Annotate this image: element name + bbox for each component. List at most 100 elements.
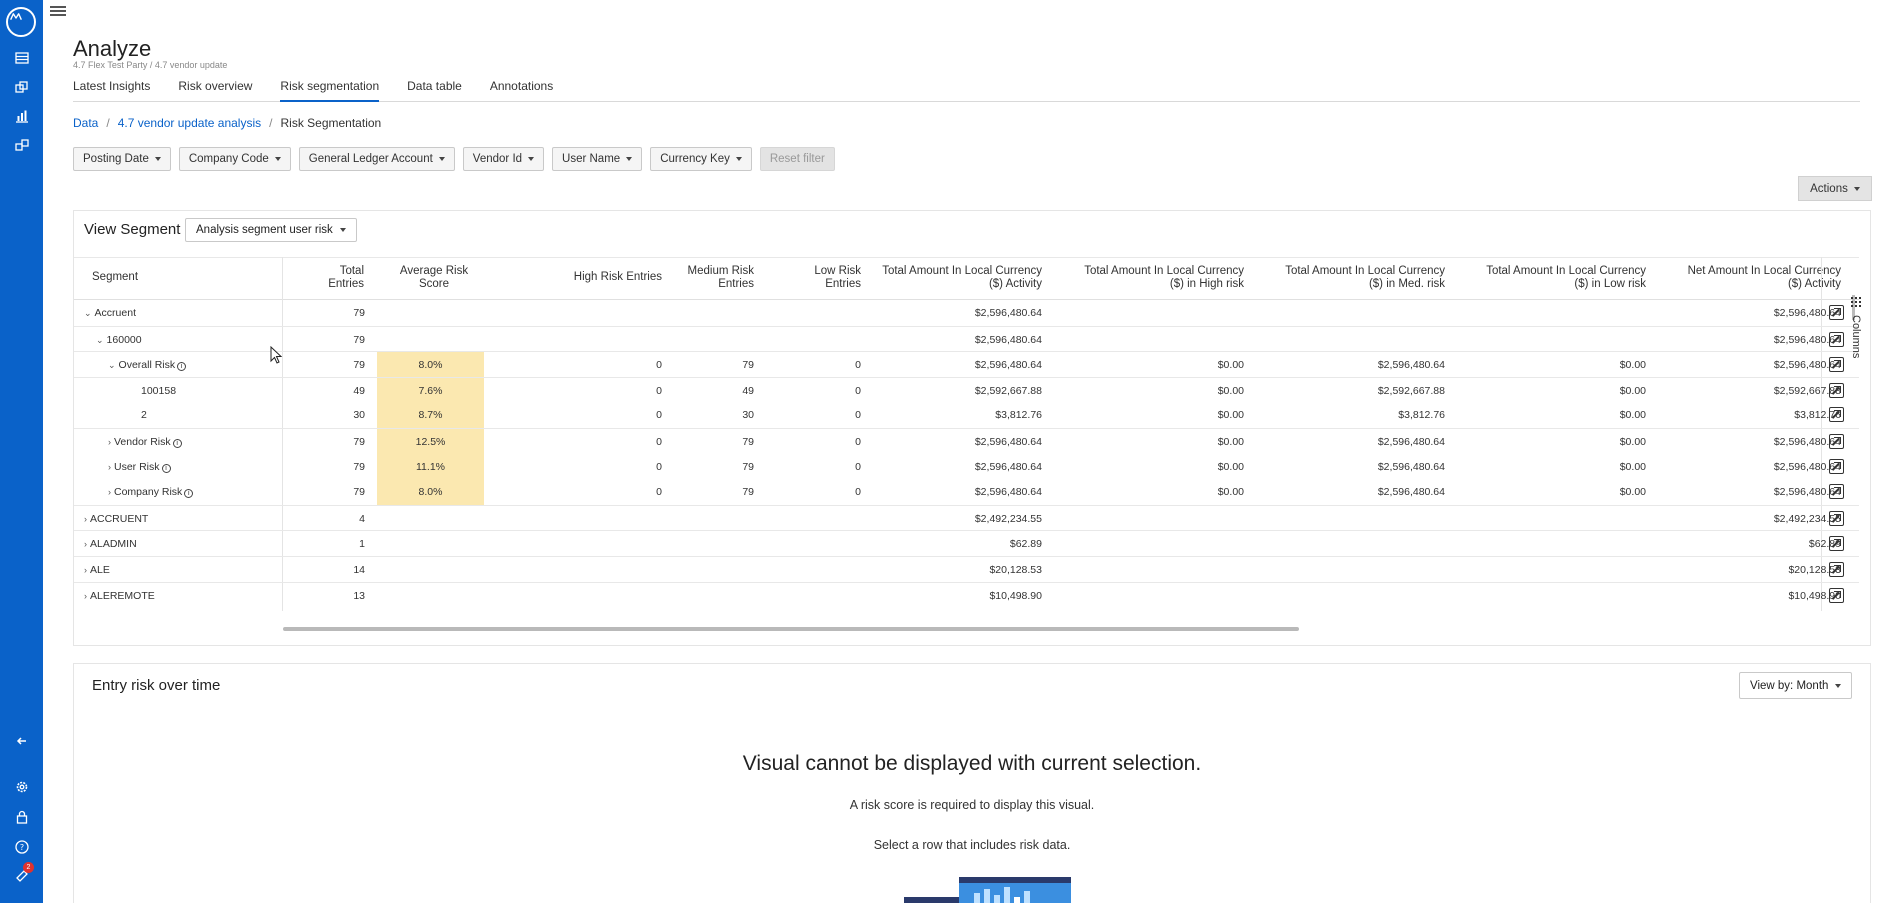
open-external-icon[interactable]	[1829, 510, 1844, 526]
filter-general-ledger-account[interactable]: General Ledger Account	[298, 147, 455, 171]
filter-company-code[interactable]: Company Code	[178, 147, 291, 171]
open-external-icon[interactable]	[1829, 587, 1844, 603]
open-external-icon[interactable]	[1829, 382, 1844, 398]
tab-risk-overview[interactable]: Risk overview	[178, 77, 252, 102]
segment-cell[interactable]: › ALE	[84, 564, 110, 576]
header-segment[interactable]: Segment	[92, 271, 138, 284]
horizontal-scrollbar[interactable]	[283, 627, 1299, 631]
bar-chart-icon[interactable]	[12, 106, 31, 125]
header-total-entries[interactable]: Total Entries	[314, 265, 364, 291]
medium-risk-cell: 79	[742, 359, 754, 372]
open-external-icon[interactable]	[1829, 484, 1844, 500]
chevron-right-icon[interactable]: ›	[108, 437, 111, 447]
header-total-med-risk[interactable]: Total Amount In Local Currency ($) in Med…	[1264, 265, 1445, 291]
open-external-icon[interactable]	[1829, 562, 1844, 577]
header-net-activity[interactable]: Net Amount In Local Currency ($) Activity	[1659, 265, 1841, 291]
gear-icon[interactable]	[12, 777, 31, 796]
filter-posting-date[interactable]: Posting Date	[73, 147, 171, 171]
reset-filter-button[interactable]: Reset filter	[759, 147, 835, 171]
info-icon[interactable]: i	[161, 463, 171, 473]
tab-risk-segmentation[interactable]: Risk segmentation	[280, 77, 380, 102]
view-by-select[interactable]: View by: Month	[1739, 672, 1853, 699]
table-row[interactable]: › User Risk i 79 11.1% 0 79 0 $2,596,480.64 $0.00…	[74, 453, 1859, 480]
header-average-risk-score[interactable]: Average Risk Score	[389, 265, 479, 291]
help-icon[interactable]: ?	[12, 837, 31, 856]
table-row[interactable]: › ALEREMOTE 13 $10,498.90 $10,498.90	[74, 581, 1859, 608]
chevron-right-icon[interactable]: ›	[84, 565, 87, 575]
hamburger-menu-icon[interactable]	[50, 4, 66, 18]
layers-icon[interactable]	[12, 77, 31, 96]
chevron-right-icon[interactable]: ›	[84, 539, 87, 549]
table-row[interactable]: ⌄ Accruent 79 $2,596,480.64 $2,596,480.64	[74, 300, 1859, 326]
table-row[interactable]: › ACCRUENT 4 $2,492,234.55 $2,492,234.55	[74, 504, 1859, 531]
header-total-high-risk[interactable]: Total Amount In Local Currency ($) in Hig…	[1064, 265, 1244, 291]
header-total-activity[interactable]: Total Amount In Local Currency ($) Activi…	[864, 265, 1042, 291]
segment-cell[interactable]: › Vendor Risk i	[108, 436, 182, 448]
open-external-icon[interactable]	[1829, 458, 1844, 474]
chevron-right-icon[interactable]: ›	[84, 591, 87, 601]
segment-cell[interactable]: › Company Risk i	[108, 486, 194, 499]
actions-button[interactable]: Actions	[1798, 176, 1872, 201]
header-low-risk-entries[interactable]: Low Risk Entries	[784, 265, 861, 291]
announcements-icon[interactable]: 2	[12, 862, 34, 885]
segment-cell[interactable]: ⌄ 160000	[96, 334, 142, 346]
segment-cell[interactable]: ⌄ Overall Risk i	[108, 359, 187, 372]
open-external-icon[interactable]	[1829, 305, 1844, 320]
breadcrumb-data[interactable]: Data	[73, 116, 98, 130]
segment-cell[interactable]: ⌄ Accruent	[84, 307, 136, 319]
chevron-down-icon[interactable]: ⌄	[84, 308, 92, 319]
table-row[interactable]: ⌄ 160000 79 $2,596,480.64 $2,596,480.64	[74, 325, 1859, 352]
table-row[interactable]: ⌄ Overall Risk i 79 8.0% 0 79 0 $2,596,480.64 $0.…	[74, 351, 1859, 379]
table-row[interactable]: 100158 49 7.6% 0 49 0 $2,592,667.88 $0.00 $2,592…	[74, 376, 1859, 404]
tab-annotations[interactable]: Annotations	[490, 77, 553, 102]
net-activity-cell: $2,596,480.64	[1773, 307, 1841, 319]
breadcrumb-analysis[interactable]: 4.7 vendor update analysis	[118, 116, 261, 130]
open-external-icon[interactable]	[1829, 536, 1844, 552]
table-row[interactable]: › Company Risk i 79 8.0% 0 79 0 $2,596,480.64 $0.…	[74, 479, 1859, 506]
filter-user-name[interactable]: User Name	[552, 147, 643, 171]
table-row[interactable]: › ALADMIN 1 $62.89 $62.89	[74, 530, 1859, 556]
table-row[interactable]: › Vendor Risk i 79 12.5% 0 79 0 $2,596,480.64 $0.…	[74, 428, 1859, 455]
tab-latest-insights[interactable]: Latest Insights	[73, 77, 150, 102]
header-high-risk-entries[interactable]: High Risk Entries	[544, 271, 662, 284]
header-line: ($) in High risk	[1169, 278, 1244, 290]
open-external-icon[interactable]	[1829, 407, 1844, 423]
segment-cell[interactable]: › ALEREMOTE	[84, 590, 155, 602]
segment-cell[interactable]: 100158	[132, 385, 176, 397]
info-icon[interactable]: i	[172, 439, 182, 448]
total-activity-cell: $20,128.53	[989, 564, 1042, 576]
segment-cell[interactable]: › User Risk i	[108, 461, 171, 473]
segment-select[interactable]: Analysis segment user risk	[185, 218, 357, 242]
info-icon[interactable]: i	[177, 362, 187, 372]
net-activity-cell: $20,128.53	[1788, 564, 1841, 576]
segment-cell[interactable]: › ACCRUENT	[84, 513, 148, 525]
lock-icon[interactable]	[12, 807, 31, 826]
app-logo[interactable]	[6, 7, 36, 37]
open-external-icon[interactable]	[1829, 331, 1844, 347]
header-line: Total Amount In Local Currency	[1084, 265, 1244, 277]
filter-currency-key[interactable]: Currency Key	[650, 147, 752, 171]
cubes-icon[interactable]	[12, 135, 31, 154]
chevron-down-icon[interactable]: ⌄	[96, 335, 104, 346]
header-total-low-risk[interactable]: Total Amount In Local Currency ($) in Low…	[1464, 265, 1646, 291]
chevron-down-icon[interactable]: ⌄	[108, 360, 116, 371]
table-row[interactable]: 2 30 8.7% 0 30 0 $3,812.76 $0.00 $3,812.76 $0.00 $…	[74, 402, 1859, 429]
columns-panel-toggle[interactable]: Columns	[1848, 297, 1864, 377]
table-row[interactable]: › ALE 14 $20,128.53 $20,128.53	[74, 556, 1859, 582]
total-entries-cell: 79	[353, 460, 365, 473]
chevron-right-icon[interactable]: ›	[108, 462, 111, 472]
tab-data-table[interactable]: Data table	[407, 77, 462, 102]
average-risk-cell: 11.1%	[416, 460, 445, 473]
collapse-arrow-icon[interactable]	[12, 731, 31, 750]
chevron-right-icon[interactable]: ›	[84, 514, 87, 524]
filter-vendor-id[interactable]: Vendor Id	[462, 147, 545, 171]
open-external-icon[interactable]	[1829, 434, 1844, 449]
segment-cell[interactable]: › ALADMIN	[84, 538, 137, 550]
open-external-icon[interactable]	[1829, 357, 1844, 373]
table-icon[interactable]	[12, 48, 31, 67]
header-medium-risk-entries[interactable]: Medium Risk Entries	[674, 265, 754, 291]
medium-risk-cell: 79	[742, 436, 754, 448]
chevron-right-icon[interactable]: ›	[108, 487, 111, 497]
info-icon[interactable]: i	[184, 489, 194, 499]
segment-cell[interactable]: 2	[132, 409, 147, 421]
